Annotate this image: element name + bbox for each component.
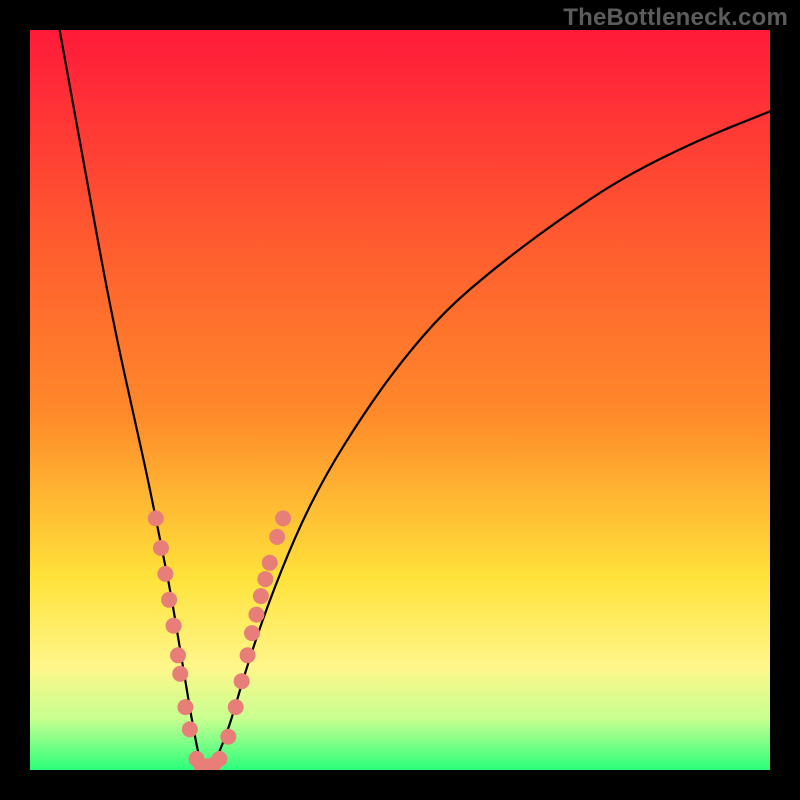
marker-point xyxy=(244,625,260,641)
marker-point xyxy=(240,647,256,663)
marker-point xyxy=(262,555,278,571)
marker-point xyxy=(177,699,193,715)
marker-point xyxy=(166,618,182,634)
marker-point xyxy=(257,571,273,587)
marker-point xyxy=(220,729,236,745)
chart-frame: TheBottleneck.com xyxy=(0,0,800,800)
marker-point xyxy=(248,607,264,623)
marker-point xyxy=(157,566,173,582)
marker-point xyxy=(182,721,198,737)
marker-point xyxy=(211,751,227,767)
marker-point xyxy=(269,529,285,545)
plot-area xyxy=(30,30,770,770)
marker-point xyxy=(148,510,164,526)
marker-point xyxy=(253,588,269,604)
bottleneck-chart xyxy=(30,30,770,770)
marker-point xyxy=(161,592,177,608)
watermark-text: TheBottleneck.com xyxy=(563,4,788,32)
marker-point xyxy=(228,699,244,715)
marker-point xyxy=(275,510,291,526)
marker-point xyxy=(153,540,169,556)
gradient-background xyxy=(30,30,770,770)
marker-point xyxy=(234,673,250,689)
marker-point xyxy=(170,647,186,663)
marker-point xyxy=(172,666,188,682)
